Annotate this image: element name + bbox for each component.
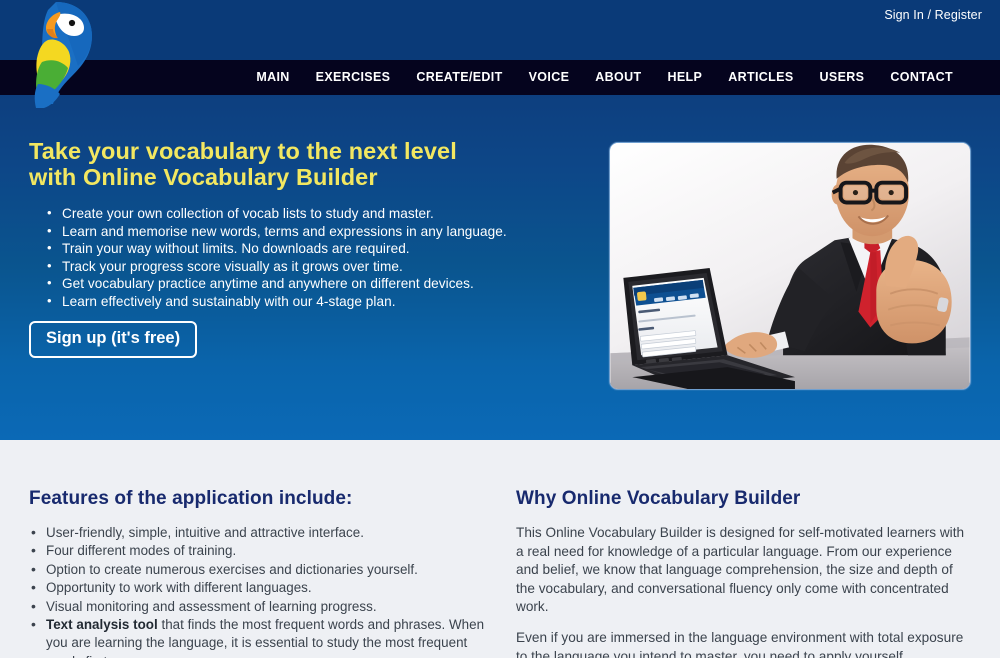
nav-item-about: ABOUT [582, 60, 654, 95]
why-heading: Why Online Vocabulary Builder [516, 488, 801, 509]
nav-item-main: MAIN [243, 60, 302, 95]
hero-image-businessman-thumbs-up [609, 142, 971, 390]
list-item: Text analysis tool that finds the most f… [29, 615, 489, 658]
hero-section: Take your vocabulary to the next level w… [0, 95, 1000, 440]
list-item: Visual monitoring and assessment of lear… [29, 597, 489, 616]
feature-text: Opportunity to work with different langu… [46, 580, 312, 596]
nav-link-exercises[interactable]: EXERCISES [303, 60, 404, 95]
features-heading: Features of the application include: [29, 488, 353, 509]
nav-item-help: HELP [654, 60, 715, 95]
nav-link-voice[interactable]: VOICE [516, 60, 583, 95]
why-paragraph-1: This Online Vocabulary Builder is design… [516, 525, 965, 615]
hero-title-line-2: with Online Vocabulary Builder [29, 164, 378, 190]
why-column: Why Online Vocabulary Builder This Onlin… [516, 488, 972, 658]
nav-link-create-edit[interactable]: CREATE/EDIT [403, 60, 515, 95]
feature-highlight: Text analysis tool [46, 617, 158, 633]
nav-link-users[interactable]: USERS [807, 60, 878, 95]
nav-item-contact: CONTACT [877, 60, 966, 95]
why-paragraph-2: Even if you are immersed in the language… [516, 629, 964, 658]
top-header-band: Sign In / Register [0, 0, 1000, 60]
feature-text: Four different modes of training. [46, 543, 237, 559]
list-item: Track your progress score visually as it… [46, 257, 546, 276]
list-item: Opportunity to work with different langu… [29, 578, 489, 597]
list-item: Learn effectively and sustainably with o… [46, 292, 546, 311]
nav-item-articles: ARTICLES [715, 60, 806, 95]
feature-text: User-friendly, simple, intuitive and att… [46, 525, 364, 540]
list-item: Get vocabulary practice anytime and anyw… [46, 274, 546, 293]
list-item: User-friendly, simple, intuitive and att… [29, 523, 489, 542]
list-item: Learn and memorise new words, terms and … [46, 222, 546, 241]
nav-item-users: USERS [807, 60, 878, 95]
feature-text: Visual monitoring and assessment of lear… [46, 598, 377, 614]
hero-title-line-1: Take your vocabulary to the next level [29, 138, 457, 164]
sign-up-button[interactable]: Sign up (it's free) [29, 321, 198, 358]
parrot-logo-icon[interactable] [26, 0, 100, 108]
list-item: Train your way without limits. No downlo… [46, 239, 546, 258]
features-column: Features of the application include: Use… [29, 488, 489, 658]
nav-item-voice: VOICE [516, 60, 583, 95]
nav-link-main[interactable]: MAIN [243, 60, 302, 95]
main-navigation-bar: MAIN EXERCISES CREATE/EDIT VOICE ABOUT H… [0, 60, 1000, 95]
hero-title: Take your vocabulary to the next level w… [29, 138, 549, 190]
feature-text: Option to create numerous exercises and … [46, 561, 418, 577]
nav-item-exercises: EXERCISES [303, 60, 404, 95]
list-item: Option to create numerous exercises and … [29, 560, 489, 579]
nav-link-help[interactable]: HELP [654, 60, 715, 95]
nav-item-list: MAIN EXERCISES CREATE/EDIT VOICE ABOUT H… [243, 60, 1000, 95]
nav-link-contact[interactable]: CONTACT [877, 60, 966, 95]
lower-content-section: Features of the application include: Use… [0, 440, 1000, 658]
hero-benefit-list: Create your own collection of vocab list… [46, 204, 546, 311]
nav-item-create-edit: CREATE/EDIT [403, 60, 515, 95]
list-item: Four different modes of training. [29, 541, 489, 560]
features-list: User-friendly, simple, intuitive and att… [29, 523, 489, 658]
list-item: Create your own collection of vocab list… [46, 204, 546, 223]
nav-link-about[interactable]: ABOUT [582, 60, 654, 95]
sign-in-register-link[interactable]: Sign In / Register [884, 8, 982, 22]
nav-link-articles[interactable]: ARTICLES [715, 60, 806, 95]
